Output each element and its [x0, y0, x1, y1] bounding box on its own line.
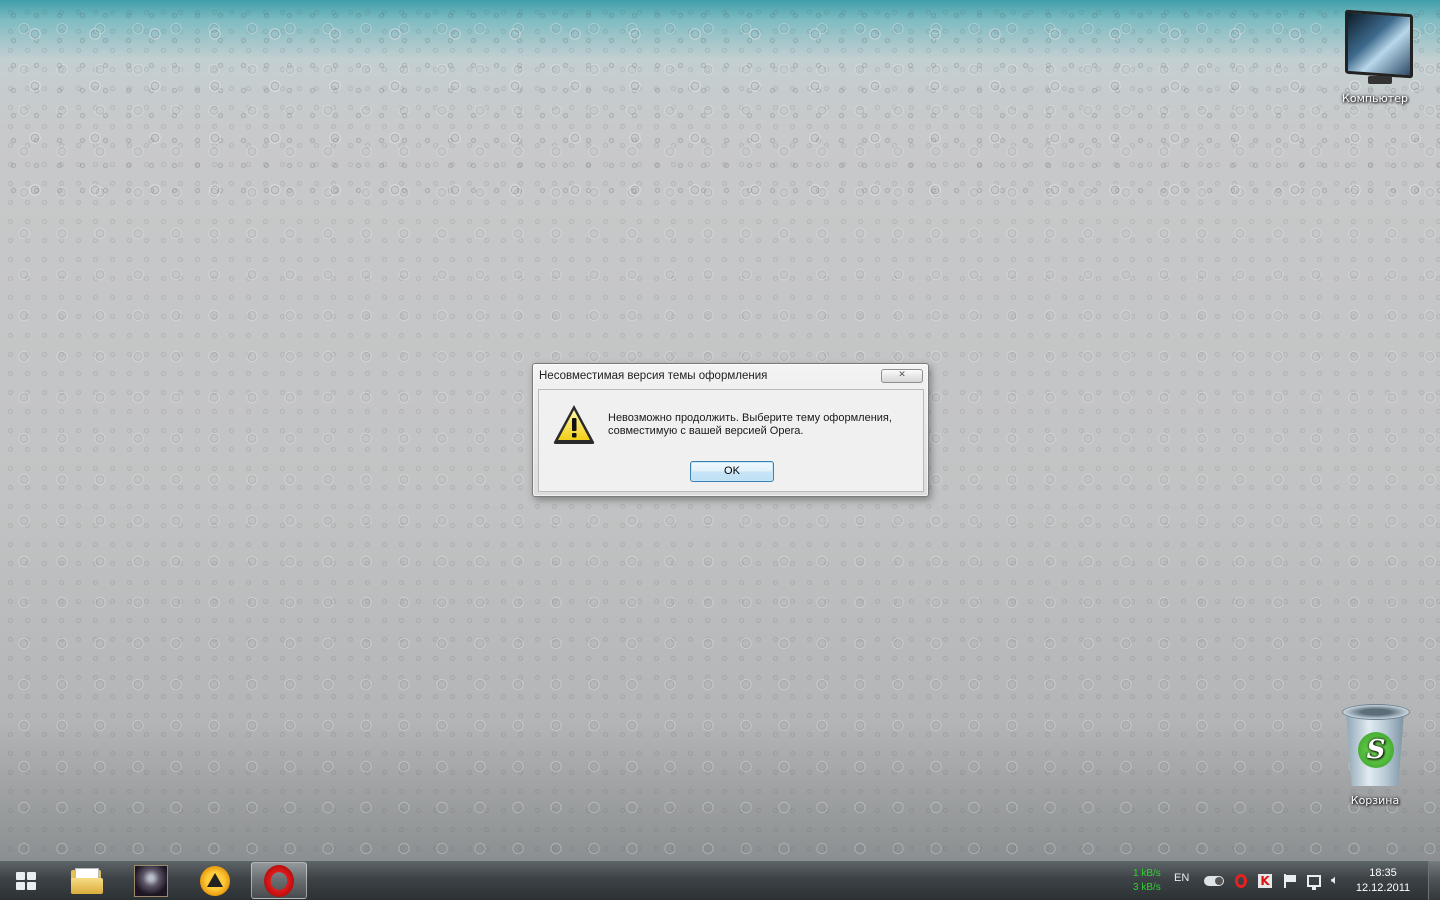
close-icon: ✕: [898, 370, 906, 380]
tray-kaspersky[interactable]: K: [1258, 874, 1272, 888]
recycle-bin-icon: S: [1340, 704, 1410, 790]
net-up-speed: 1 kB/s: [1133, 868, 1161, 879]
taskbar-aimp[interactable]: [187, 862, 243, 899]
folder-icon: [71, 867, 103, 894]
dialog-title: Несовместимая версия темы оформления: [539, 370, 768, 382]
message-line: Невозможно продолжить. Выберите тему офо…: [608, 412, 892, 424]
clock-date: 12.12.2011: [1355, 882, 1411, 894]
system-clock[interactable]: 18:35 12.12.2011: [1352, 866, 1414, 896]
start-button[interactable]: [14, 870, 38, 892]
clock-time: 18:35: [1369, 867, 1397, 879]
raindrops-pattern-top: [0, 0, 1440, 200]
kaspersky-icon: K: [1258, 874, 1272, 888]
tray-network[interactable]: [1307, 874, 1321, 890]
message-line: совместимую с вашей версией Opera.: [608, 425, 804, 437]
speaker-icon: 🔈︎: [1331, 873, 1339, 888]
dialog-message: Невозможно продолжить. Выберите тему офо…: [608, 412, 918, 438]
desktop-wallpaper: Компьютер S Корзина Несовместимая версия…: [0, 0, 1440, 860]
desktop-icon-label: Компьютер: [1342, 92, 1408, 105]
taskbar-opera[interactable]: [251, 862, 307, 899]
tray-action-center[interactable]: [1283, 874, 1297, 888]
warning-icon: [553, 405, 595, 444]
taskbar: 1 kB/s 3 kB/s EN K 🔈︎ 18:35 12.12.2011: [0, 860, 1440, 900]
dialog-titlebar[interactable]: Несовместимая версия темы оформления ✕: [533, 364, 928, 388]
tray-opera[interactable]: [1235, 874, 1247, 888]
network-speed-meter: 1 kB/s 3 kB/s: [1133, 867, 1161, 895]
aimp-icon: [200, 865, 230, 896]
windows-logo-icon: [16, 872, 25, 880]
tray-volume[interactable]: 🔈︎: [1331, 874, 1339, 888]
dialog-content: Невозможно продолжить. Выберите тему офо…: [538, 389, 924, 492]
ok-button[interactable]: OK: [690, 461, 774, 482]
show-desktop-button[interactable]: [1428, 861, 1440, 900]
toggle-icon: [1204, 876, 1224, 886]
opera-tray-icon: [1235, 874, 1247, 888]
theme-version-dialog: Несовместимая версия темы оформления ✕ Н…: [532, 363, 929, 497]
game-icon: [134, 864, 168, 897]
computer-icon: [1340, 8, 1413, 88]
opera-icon: [264, 864, 294, 897]
language-indicator[interactable]: EN: [1174, 872, 1189, 884]
network-icon: [1307, 875, 1321, 890]
desktop-icon-label: Корзина: [1350, 794, 1400, 807]
net-down-speed: 3 kB/s: [1133, 882, 1161, 893]
tray-toggle[interactable]: [1204, 874, 1224, 888]
flag-icon: [1283, 874, 1297, 888]
close-button[interactable]: ✕: [881, 369, 923, 383]
taskbar-game[interactable]: [123, 862, 179, 899]
desktop-icon-computer[interactable]: Компьютер: [1330, 8, 1420, 105]
taskbar-explorer[interactable]: [59, 862, 115, 899]
desktop-icon-recycle-bin[interactable]: S Корзина: [1330, 704, 1420, 807]
